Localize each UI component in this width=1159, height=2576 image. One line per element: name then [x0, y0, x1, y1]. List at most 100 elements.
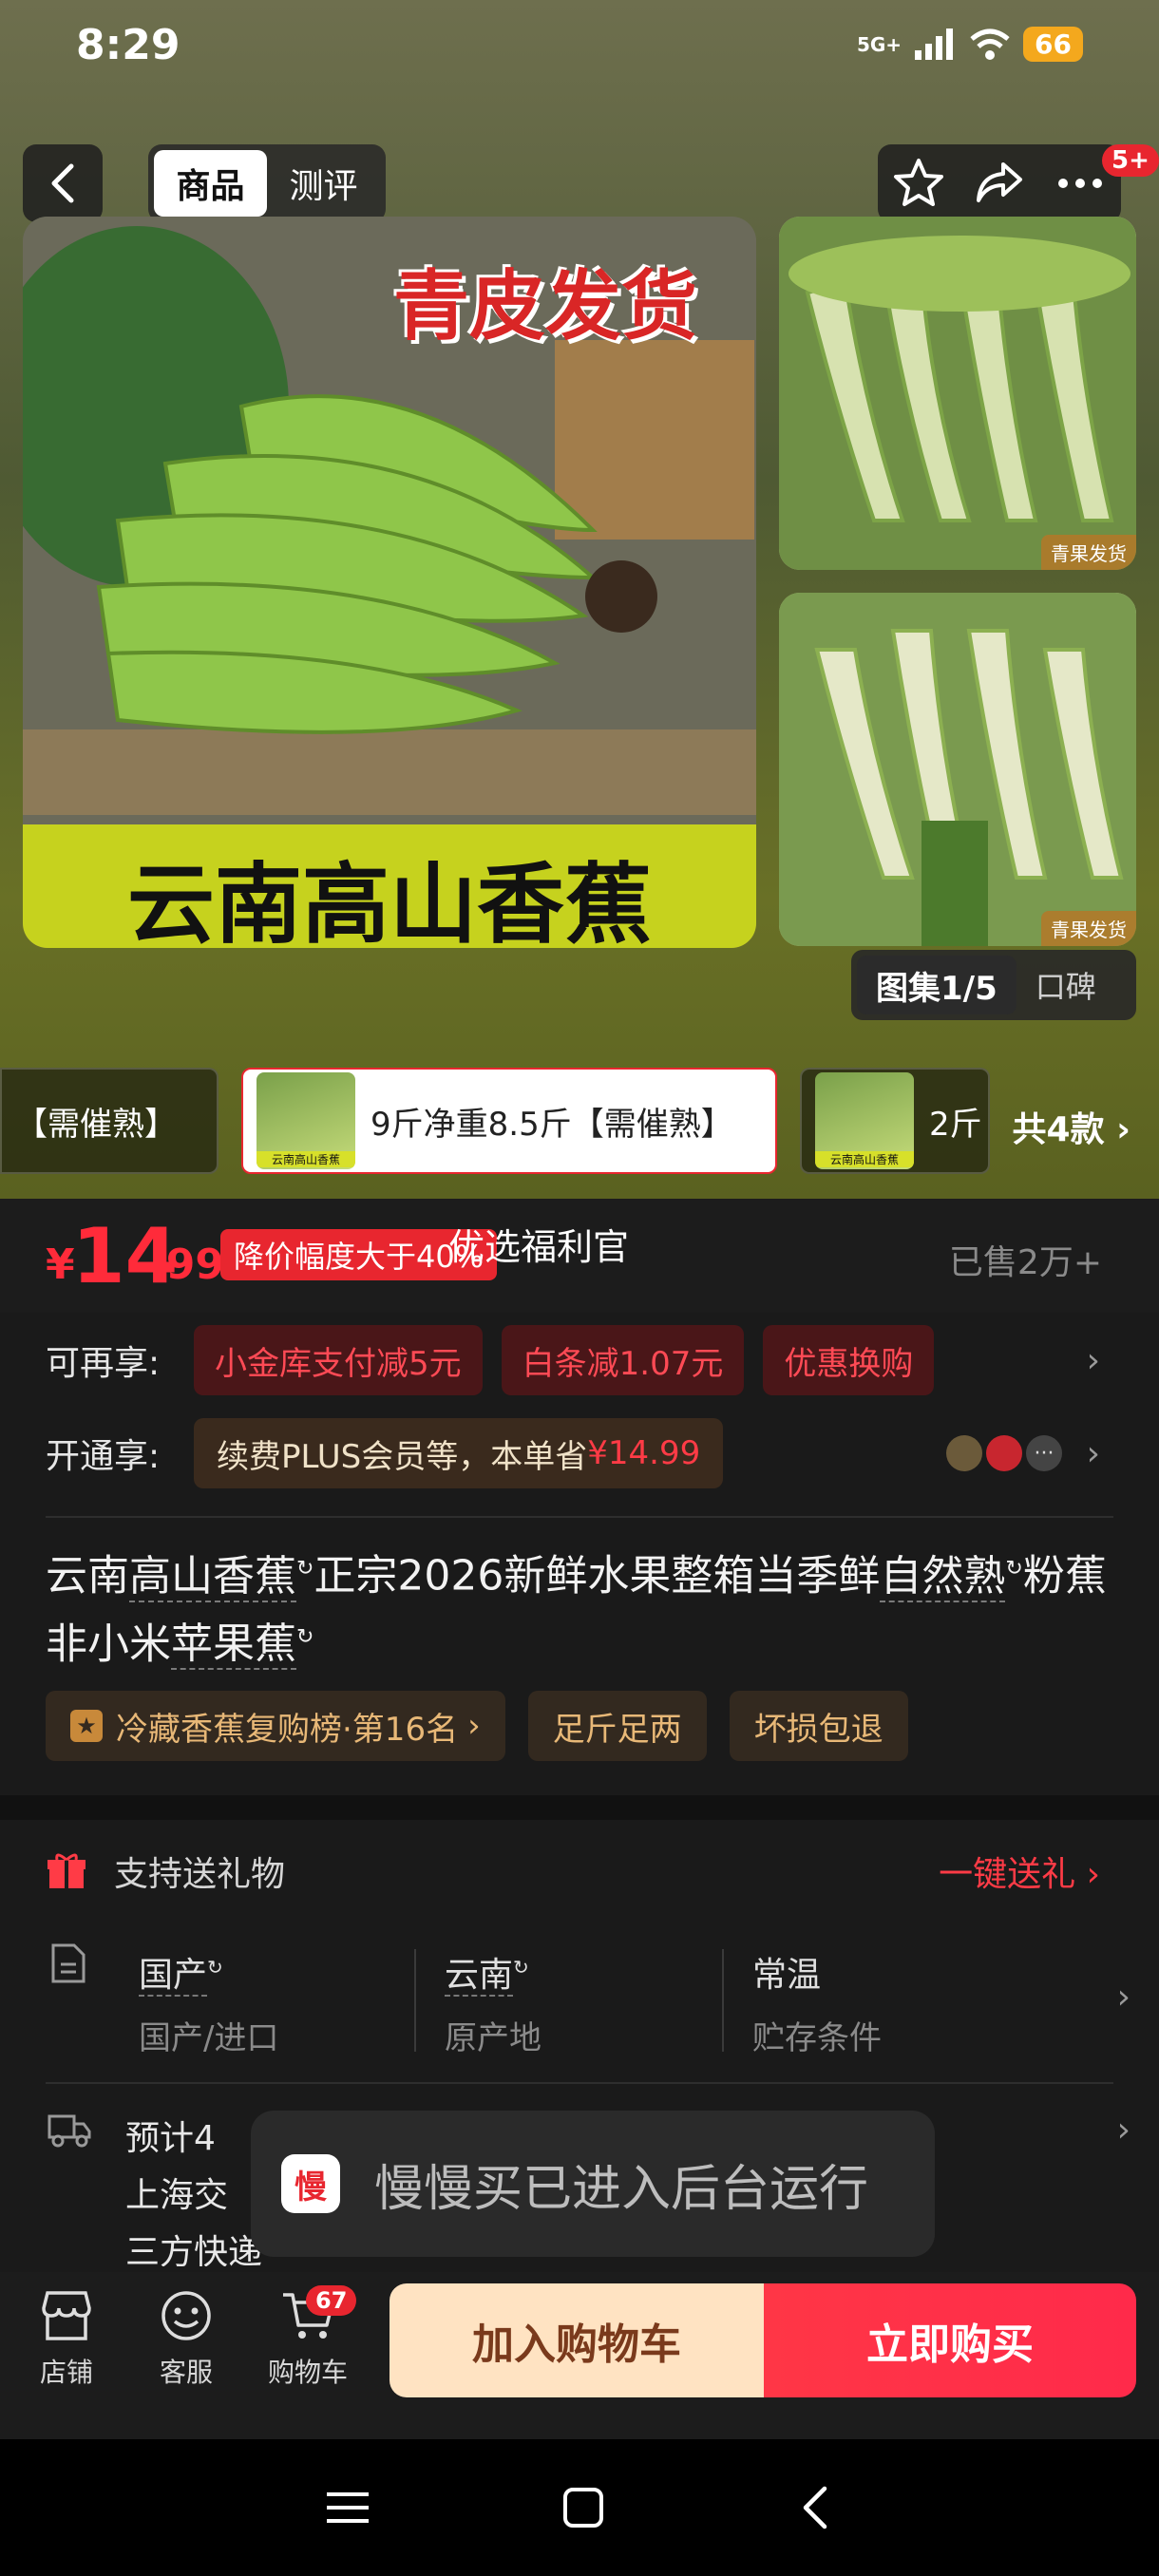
- variant-item[interactable]: 【需催熟】: [0, 1068, 218, 1174]
- crown-icon: [946, 1435, 982, 1471]
- red-packet-icon: [986, 1435, 1022, 1471]
- gift-action-link[interactable]: 一键送礼 ›: [939, 1847, 1100, 1896]
- coupon-chip[interactable]: 小金库支付减5元: [194, 1325, 483, 1395]
- title-part-link[interactable]: 自然熟: [880, 1551, 1006, 1602]
- ranking-tag[interactable]: ★ 冷藏香蕉复购榜·第16名 ›: [46, 1691, 505, 1761]
- plus-offer-amount: ¥14.99: [587, 1434, 701, 1472]
- variant-thumbnail: 云南高山香蕉: [256, 1072, 355, 1169]
- divider: [46, 2082, 1113, 2084]
- ellipsis-icon: ···: [1026, 1435, 1062, 1471]
- review-toggle[interactable]: 口碑: [1022, 963, 1110, 1007]
- banner-yunnan-banana: 云南高山香蕉: [126, 853, 652, 948]
- price-decimal: .99: [150, 1241, 224, 1289]
- status-time: 8:29: [76, 21, 180, 69]
- sold-count: 已售2万+: [948, 1243, 1102, 1282]
- share-icon[interactable]: [973, 157, 1026, 210]
- badge-star-icon: ★: [70, 1710, 103, 1742]
- chevron-right-icon[interactable]: ›: [1117, 1978, 1130, 2017]
- coupon-chip[interactable]: 白条减1.07元: [501, 1325, 745, 1395]
- store-button[interactable]: 店铺: [19, 2289, 114, 2390]
- battery-indicator: 66: [1023, 27, 1083, 62]
- attribute-label: 国产/进口: [139, 2019, 279, 2057]
- tab-product[interactable]: 商品: [154, 150, 267, 217]
- plus-offer[interactable]: 续费PLUS会员等，本单省 ¥14.99: [194, 1418, 724, 1488]
- home-icon[interactable]: [560, 2485, 606, 2530]
- variant-label: 9斤净重8.5斤【需催熟】: [370, 1105, 733, 1144]
- service-tag: 坏损包退: [729, 1691, 908, 1761]
- variant-item[interactable]: 云南高山香蕉 2斤: [800, 1068, 990, 1174]
- star-icon[interactable]: [892, 157, 945, 210]
- chevron-right-icon[interactable]: ›: [1117, 2111, 1130, 2150]
- banana-thumb-illustration: [779, 593, 1136, 946]
- notification-badge: 5+: [1102, 144, 1159, 177]
- menu-icon[interactable]: [325, 2489, 370, 2527]
- ranking-tag-label: 冷藏香蕉复购榜·第16名: [116, 1710, 459, 1749]
- product-tags: ★ 冷藏香蕉复购榜·第16名 › 足斤足两 坏损包退: [46, 1691, 908, 1761]
- status-bar: 8:29 5G+ 66: [0, 0, 1159, 104]
- title-part: 云南: [46, 1551, 129, 1601]
- coupon-row-label: 可再享:: [46, 1344, 161, 1383]
- cart-count-badge: 67: [306, 2285, 357, 2316]
- smiley-icon: [162, 2291, 211, 2340]
- chevron-right-icon: ›: [1086, 1340, 1100, 1380]
- more-icon[interactable]: [1054, 157, 1107, 210]
- banana-thumb-illustration: [779, 217, 1136, 570]
- attribute-value: 国产↻: [139, 1956, 223, 1997]
- thumb-tag: 青果发货: [1041, 535, 1136, 570]
- buy-now-button[interactable]: 立即购买: [764, 2283, 1136, 2397]
- variant-more-label: 共4款: [1012, 1110, 1105, 1149]
- thumb-image-2[interactable]: 青果发货: [779, 593, 1136, 946]
- chevron-right-icon: ›: [1116, 1110, 1130, 1149]
- coupon-row[interactable]: 可再享: 小金库支付减5元 白条减1.07元 优惠换购 ›: [46, 1320, 1129, 1400]
- shipping-origin: 上海交: [125, 2176, 229, 2215]
- back-button[interactable]: [23, 144, 103, 222]
- attribute-storage[interactable]: 常温 贮存条件: [752, 1947, 882, 2058]
- divider: [46, 1516, 1113, 1518]
- chevron-right-icon: ›: [467, 1707, 481, 1745]
- variant-more-button[interactable]: 共4款 ›: [1013, 1102, 1130, 1151]
- plus-offer-text: 续费PLUS会员等，本单省: [217, 1437, 588, 1476]
- wifi-icon: [970, 28, 1010, 60]
- main-product-image[interactable]: 青皮发货 云南高山香蕉: [23, 217, 756, 948]
- app-logo-icon: 慢: [281, 2154, 340, 2213]
- title-part-link[interactable]: 苹果蕉: [171, 1619, 296, 1671]
- gift-row[interactable]: 支持送礼物 一键送礼 ›: [46, 1843, 1129, 1900]
- network-label: 5G+: [856, 32, 902, 56]
- title-part: 正宗2026新鲜水果整箱当季鲜: [314, 1551, 881, 1601]
- thumb-image-1[interactable]: 青果发货: [779, 217, 1136, 570]
- section-gap: [0, 1795, 1159, 1820]
- store-label: 店铺: [39, 2357, 93, 2388]
- attribute-label: 贮存条件: [752, 2019, 882, 2057]
- gallery-counter[interactable]: 图集1/5: [857, 956, 1016, 1014]
- back-nav-icon[interactable]: [796, 2485, 834, 2530]
- plus-icons: ···: [946, 1435, 1062, 1471]
- coupon-chip[interactable]: 优惠换购: [763, 1325, 935, 1395]
- variant-label: 【需催熟】: [15, 1105, 177, 1144]
- background-toast: 慢 慢慢买已进入后台运行: [251, 2111, 935, 2257]
- customer-service-label: 客服: [159, 2357, 213, 2388]
- thumb-tag: 青果发货: [1041, 911, 1136, 946]
- gift-text: 支持送礼物: [114, 1855, 286, 1894]
- search-mini-icon: ↻: [296, 1557, 314, 1581]
- variant-item-selected[interactable]: 云南高山香蕉 9斤净重8.5斤【需催熟】: [241, 1068, 777, 1174]
- welfare-label: 优选福利官: [448, 1226, 630, 1268]
- plus-row[interactable]: 开通享: 续费PLUS会员等，本单省 ¥14.99 ··· ›: [46, 1413, 1129, 1493]
- search-mini-icon: ↻: [1005, 1557, 1023, 1581]
- attribute-origin-type[interactable]: 国产↻ 国产/进口: [139, 1947, 278, 2058]
- tab-review[interactable]: 测评: [267, 150, 380, 217]
- shipping-estimate: 预计4: [125, 2119, 216, 2158]
- service-tag: 足斤足两: [527, 1691, 707, 1761]
- chevron-right-icon: ›: [1086, 1433, 1100, 1473]
- add-to-cart-button[interactable]: 加入购物车: [390, 2283, 764, 2397]
- banner-green-skin: 青皮发货: [393, 262, 697, 350]
- divider: [414, 1949, 416, 2052]
- title-part-link[interactable]: 高山香蕉: [129, 1551, 296, 1602]
- customer-service-button[interactable]: 客服: [139, 2289, 234, 2390]
- attribute-label: 原产地: [445, 2019, 542, 2057]
- top-tabs: 商品 测评: [148, 144, 386, 222]
- system-nav-bar: [0, 2439, 1159, 2576]
- attribute-origin[interactable]: 云南↻ 原产地: [445, 1947, 542, 2058]
- variant-thumbnail: 云南高山香蕉: [815, 1072, 914, 1169]
- search-mini-icon: ↻: [207, 1956, 223, 1979]
- cart-label: 购物车: [267, 2357, 348, 2388]
